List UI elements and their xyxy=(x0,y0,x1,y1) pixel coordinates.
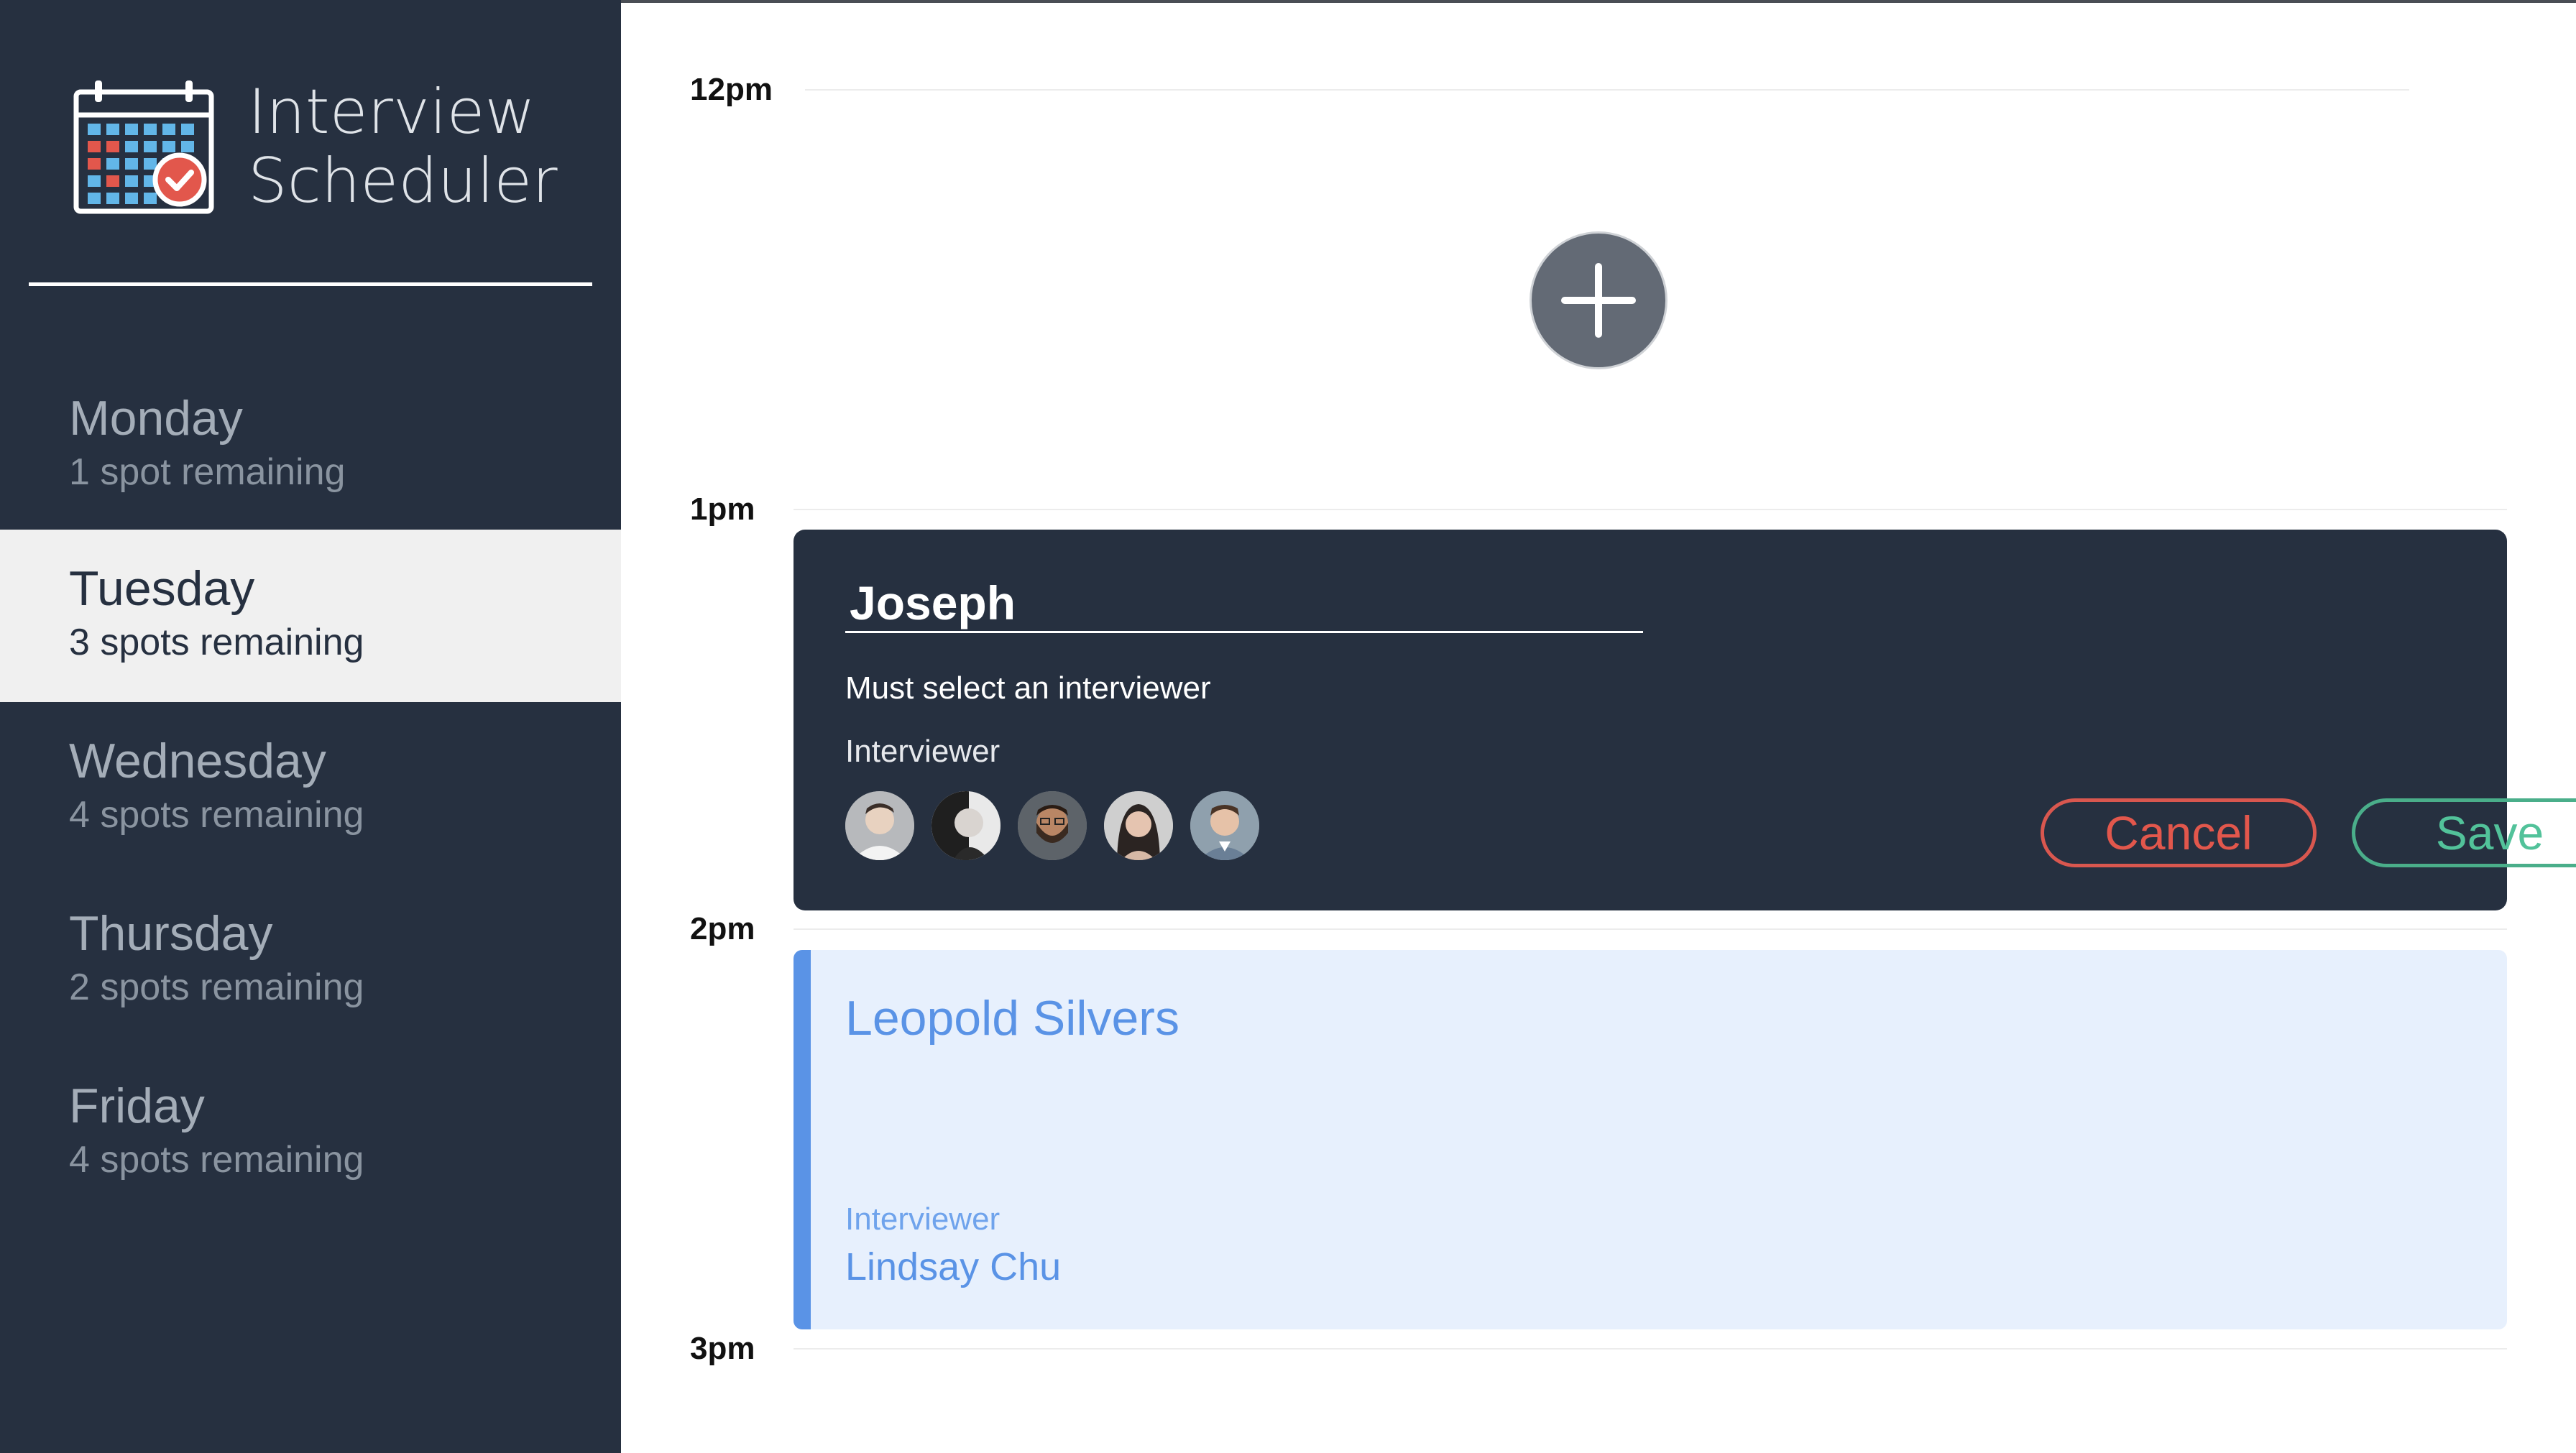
interviewer-list-label: Interviewer xyxy=(845,734,1000,769)
appointment-interviewer-name: Lindsay Chu xyxy=(845,1245,1062,1288)
save-button[interactable]: Save xyxy=(2352,798,2576,867)
day-spots: 4 spots remaining xyxy=(69,1139,364,1181)
calendar-logo-icon xyxy=(73,80,214,214)
plus-icon xyxy=(1561,263,1636,338)
time-label-2pm: 2pm xyxy=(690,911,755,946)
app-title-line1: Interview xyxy=(248,76,535,148)
validation-message: Must select an interviewer xyxy=(845,670,1211,706)
appointment-form: Must select an interviewer Interviewer C… xyxy=(794,530,2576,910)
day-name: Friday xyxy=(69,1079,205,1133)
appointment-accent-bar xyxy=(794,950,811,1329)
schedule-panel: 12pm 1pm Must select an interviewer Inte… xyxy=(621,0,2576,1453)
interviewer-avatar-1[interactable] xyxy=(845,791,914,860)
interviewer-avatar-3[interactable] xyxy=(1018,791,1087,860)
appointment-card[interactable]: Leopold Silvers Interviewer Lindsay Chu xyxy=(794,950,2507,1329)
day-spots: 3 spots remaining xyxy=(69,622,364,663)
student-name-input[interactable] xyxy=(845,574,1643,633)
day-item-thursday[interactable]: Thursday 2 spots remaining xyxy=(0,875,621,1047)
hour-divider xyxy=(794,928,2507,930)
day-item-wednesday[interactable]: Wednesday 4 spots remaining xyxy=(0,702,621,875)
hour-divider xyxy=(794,509,2507,510)
day-name: Tuesday xyxy=(69,561,255,616)
day-item-friday[interactable]: Friday 4 spots remaining xyxy=(0,1047,621,1219)
sidebar: Interview Scheduler Monday 1 spot remain… xyxy=(0,0,621,1453)
hour-divider xyxy=(805,89,2409,91)
day-item-tuesday[interactable]: Tuesday 3 spots remaining xyxy=(0,530,621,702)
interviewer-avatar-5[interactable] xyxy=(1190,791,1259,860)
time-label-12pm: 12pm xyxy=(690,72,773,107)
day-name: Wednesday xyxy=(69,734,326,788)
add-appointment-button[interactable] xyxy=(1530,231,1668,369)
sidebar-divider xyxy=(29,282,592,286)
app-title-line2: Scheduler xyxy=(248,145,558,217)
interviewer-avatar-4[interactable] xyxy=(1104,791,1173,860)
hour-divider xyxy=(794,1348,2507,1350)
day-spots: 1 spot remaining xyxy=(69,451,346,493)
app-title: Interview Scheduler xyxy=(248,78,558,216)
time-label-1pm: 1pm xyxy=(690,492,755,527)
appointment-interviewer-label: Interviewer xyxy=(845,1201,1000,1237)
day-name: Thursday xyxy=(69,906,273,961)
day-spots: 2 spots remaining xyxy=(69,967,364,1008)
time-label-3pm: 3pm xyxy=(690,1331,755,1366)
interviewer-avatar-2[interactable] xyxy=(932,791,1000,860)
day-name: Monday xyxy=(69,391,243,446)
day-item-monday[interactable]: Monday 1 spot remaining xyxy=(0,359,621,532)
appointment-student-name: Leopold Silvers xyxy=(845,991,1179,1046)
cancel-button[interactable]: Cancel xyxy=(2041,798,2317,867)
day-spots: 4 spots remaining xyxy=(69,794,364,836)
